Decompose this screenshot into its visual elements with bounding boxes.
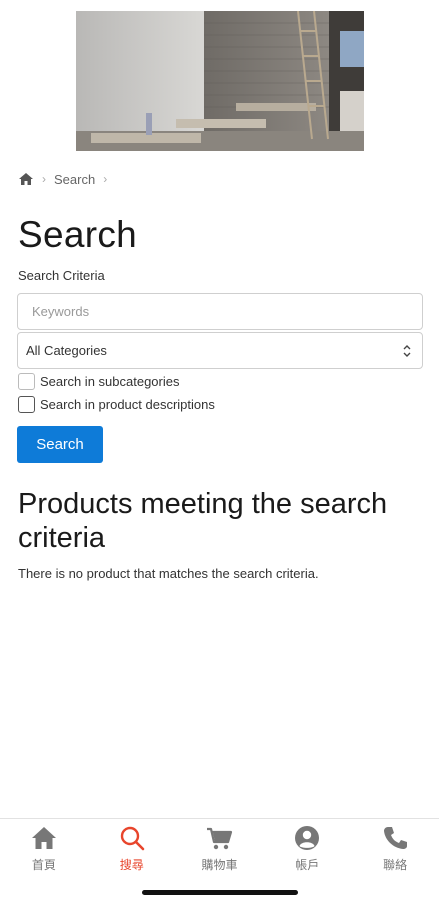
tab-search-label: 搜尋 bbox=[119, 858, 144, 872]
descriptions-label: Search in product descriptions bbox=[40, 397, 215, 412]
tab-cart-label: 購物車 bbox=[201, 858, 238, 872]
breadcrumb-separator-icon: › bbox=[42, 172, 46, 186]
search-criteria-label: Search Criteria bbox=[18, 268, 105, 283]
phone-icon bbox=[381, 825, 409, 851]
no-results-message: There is no product that matches the sea… bbox=[18, 566, 319, 581]
tab-contact[interactable]: 聯絡 bbox=[351, 819, 439, 878]
subcategories-checkbox[interactable] bbox=[18, 373, 35, 390]
page-title: Search bbox=[18, 214, 138, 255]
breadcrumb: › Search › bbox=[18, 170, 115, 188]
results-title: Products meeting the search criteria bbox=[18, 488, 388, 554]
subcategories-checkbox-row[interactable]: Search in subcategories bbox=[18, 373, 179, 390]
hero-banner-image bbox=[76, 11, 364, 151]
tab-home[interactable]: 首頁 bbox=[0, 819, 88, 878]
home-indicator-bar bbox=[142, 890, 298, 895]
category-select-value: All Categories bbox=[26, 343, 107, 358]
home-icon[interactable] bbox=[18, 172, 34, 186]
cart-icon bbox=[205, 825, 233, 851]
tab-home-label: 首頁 bbox=[31, 858, 56, 872]
category-select[interactable]: All Categories bbox=[17, 332, 423, 369]
tab-search[interactable]: 搜尋 bbox=[88, 819, 176, 878]
store-interior-photo bbox=[76, 11, 364, 151]
breadcrumb-separator-icon: › bbox=[103, 172, 108, 186]
tab-account[interactable]: 帳戶 bbox=[263, 819, 351, 878]
tab-contact-label: 聯絡 bbox=[383, 858, 408, 872]
search-button[interactable]: Search bbox=[17, 426, 103, 463]
keywords-input[interactable] bbox=[17, 293, 423, 330]
home-icon bbox=[30, 825, 58, 851]
search-icon bbox=[118, 825, 146, 851]
tab-cart[interactable]: 購物車 bbox=[176, 819, 264, 878]
bottom-tab-bar: 首頁 搜尋 購物車 帳戶 聯絡 bbox=[0, 818, 439, 878]
descriptions-checkbox-row[interactable]: Search in product descriptions bbox=[18, 396, 215, 413]
subcategories-label: Search in subcategories bbox=[40, 374, 180, 389]
breadcrumb-item-search[interactable]: Search bbox=[54, 172, 95, 187]
descriptions-checkbox[interactable] bbox=[18, 396, 35, 413]
select-updown-chevron-icon bbox=[402, 344, 412, 358]
tab-account-label: 帳戶 bbox=[295, 858, 320, 872]
account-icon bbox=[293, 825, 321, 851]
